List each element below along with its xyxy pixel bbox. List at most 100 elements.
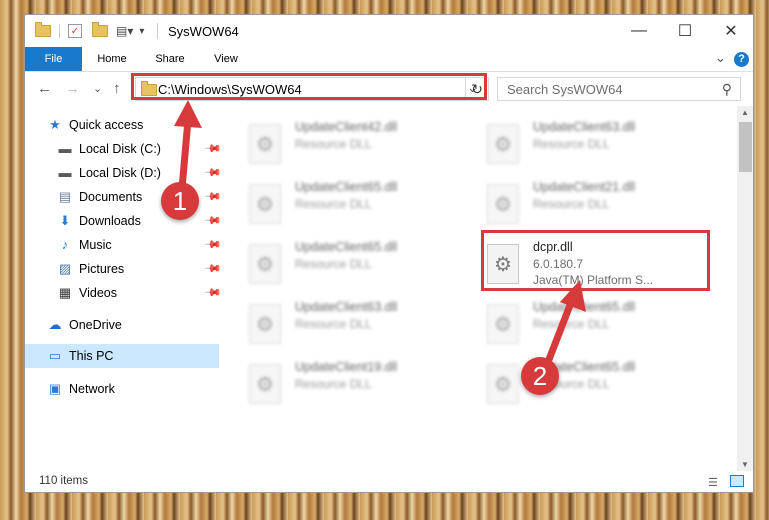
sidebar-item-label: Documents [79, 190, 143, 204]
list-item[interactable]: ⚙ UpdateClient42.dll Resource DLL [219, 116, 449, 168]
sidebar-item-pictures[interactable]: ▨ Pictures [57, 258, 124, 280]
back-icon[interactable]: ← [37, 80, 52, 97]
list-item[interactable]: ⚙ UpdateClient63.dll Resource DLL [219, 296, 449, 348]
new-folder-icon[interactable] [92, 22, 108, 37]
vertical-scrollbar[interactable]: ▲ ▼ [737, 106, 753, 471]
music-icon: ♪ [61, 237, 69, 252]
close-icon: ✕ [724, 23, 738, 40]
sidebar-item-label: Local Disk (C:) [79, 142, 161, 156]
documents-icon: ▤ [58, 189, 72, 204]
sidebar-item-network[interactable]: ▣ Network [47, 378, 115, 400]
toolbar-dropdown-icon[interactable]: ▾ [139, 26, 144, 37]
sidebar-item-downloads[interactable]: ⬇ Downloads [57, 210, 141, 232]
step-1-badge: 1 [161, 182, 199, 220]
up-icon[interactable]: ↑ [113, 80, 121, 97]
pictures-icon: ▨ [58, 261, 72, 276]
list-item[interactable]: ⚙ UpdateClient65.dll Resource DLL [219, 176, 449, 228]
sidebar-item-local-disk-d[interactable]: ▬ Local Disk (D:) [57, 162, 161, 184]
maximize-button[interactable]: ☐ [662, 15, 708, 47]
properties-icon[interactable]: ✓ [68, 24, 82, 38]
forward-icon[interactable]: → [65, 80, 80, 97]
sidebar-item-label: Downloads [79, 214, 141, 228]
tiles-view-icon[interactable] [730, 475, 744, 487]
tab-file[interactable]: File [25, 47, 82, 71]
list-item[interactable]: ⚙ UpdateClient65.dll Resource DLL [219, 236, 449, 288]
scrollbar-thumb[interactable] [739, 122, 752, 172]
navigation-pane: ★ Quick access ▬ Local Disk (C:) 📌 ▬ Loc… [25, 106, 222, 471]
sidebar-item-videos[interactable]: ▦ Videos [57, 282, 117, 304]
file-name: UpdateClient65.dll [295, 240, 398, 254]
downloads-icon: ⬇ [59, 213, 71, 228]
list-item[interactable]: ⚙ UpdateClient21.dll Resource DLL [457, 176, 687, 228]
dll-file-icon: ⚙ [487, 184, 519, 224]
dll-file-icon: ⚙ [249, 244, 281, 284]
dll-file-icon: ⚙ [487, 124, 519, 164]
file-name: UpdateClient19.dll [295, 360, 398, 374]
recent-locations-icon[interactable]: ⌄ [93, 82, 102, 95]
toolbar-divider [59, 24, 60, 38]
cloud-icon: ☁ [48, 317, 62, 332]
network-icon: ▣ [48, 381, 62, 396]
status-bar: 110 items ☰ [25, 471, 753, 492]
minimize-button[interactable]: — [616, 15, 662, 47]
help-icon[interactable]: ? [734, 52, 749, 67]
tab-view[interactable]: View [203, 47, 249, 71]
list-item[interactable]: ⚙ UpdateClient65.dll Resource DLL [457, 296, 687, 348]
file-type: Resource DLL [533, 197, 610, 211]
file-name: UpdateClient63.dll [295, 300, 398, 314]
sidebar-item-this-pc[interactable]: ▭ This PC [47, 345, 114, 367]
list-item[interactable]: ⚙ UpdateClient63.dll Resource DLL [457, 116, 687, 168]
dll-file-icon: ⚙ [487, 304, 519, 344]
file-name: UpdateClient65.dll [295, 180, 398, 194]
file-name: UpdateClient21.dll [533, 180, 636, 194]
sidebar-item-local-disk-c[interactable]: ▬ Local Disk (C:) [57, 138, 161, 160]
scroll-down-icon[interactable]: ▼ [741, 460, 749, 469]
dll-file-icon: ⚙ [487, 364, 519, 404]
sidebar-item-music[interactable]: ♪ Music [57, 234, 112, 256]
file-type: Resource DLL [295, 317, 372, 331]
drive-icon: ▬ [58, 141, 72, 156]
sidebar-item-label: Network [69, 382, 115, 396]
dll-file-icon: ⚙ [249, 124, 281, 164]
details-view-icon[interactable]: ☰ [708, 476, 718, 489]
step-2-badge: 2 [521, 357, 559, 395]
ribbon-collapse-icon[interactable]: ⌄ [715, 50, 726, 66]
sidebar-item-onedrive[interactable]: ☁ OneDrive [47, 314, 122, 336]
sidebar-item-documents[interactable]: ▤ Documents [57, 186, 142, 208]
star-icon: ★ [49, 117, 61, 132]
file-type: Resource DLL [295, 197, 372, 211]
search-input[interactable]: Search SysWOW64 ⚲ [497, 77, 741, 101]
file-type: Resource DLL [295, 137, 372, 151]
address-highlight-box [131, 73, 487, 100]
list-item[interactable]: ⚙ UpdateClient19.dll Resource DLL [219, 356, 449, 408]
quick-access-toolbar: ✓ ▤▾ ▾ [35, 22, 144, 40]
file-name: UpdateClient63.dll [533, 120, 636, 134]
sidebar-item-label: Videos [79, 286, 117, 300]
tab-share[interactable]: Share [147, 47, 193, 71]
drive-icon: ▬ [58, 165, 72, 180]
sidebar-item-label: This PC [69, 349, 114, 363]
customize-toolbar-icon[interactable]: ▤▾ [116, 24, 133, 38]
sidebar-item-quick-access[interactable]: ★ Quick access [47, 114, 143, 136]
sidebar-item-label: Music [79, 238, 112, 252]
dll-file-icon: ⚙ [249, 364, 281, 404]
tab-home[interactable]: Home [89, 47, 135, 71]
file-type: Resource DLL [533, 317, 610, 331]
list-item[interactable]: ⚙ UpdateClient65.dll Resource DLL [457, 356, 687, 408]
sidebar-item-label: Pictures [79, 262, 125, 276]
folder-icon[interactable] [35, 22, 51, 37]
scroll-up-icon[interactable]: ▲ [741, 108, 749, 117]
file-type: Resource DLL [295, 257, 372, 271]
window-title: SysWOW64 [168, 24, 239, 39]
search-icon[interactable]: ⚲ [722, 81, 732, 98]
videos-icon: ▦ [58, 285, 72, 300]
close-button[interactable]: ✕ [708, 15, 753, 47]
dll-file-icon: ⚙ [249, 184, 281, 224]
computer-icon: ▭ [48, 348, 62, 363]
item-count: 110 items [39, 475, 89, 487]
title-bar: ✓ ▤▾ ▾ SysWOW64 — ☐ ✕ [25, 15, 753, 47]
sidebar-item-label: Quick access [69, 118, 144, 132]
search-placeholder: Search SysWOW64 [507, 82, 623, 97]
file-type: Resource DLL [533, 137, 610, 151]
file-name: UpdateClient65.dll [533, 300, 636, 314]
